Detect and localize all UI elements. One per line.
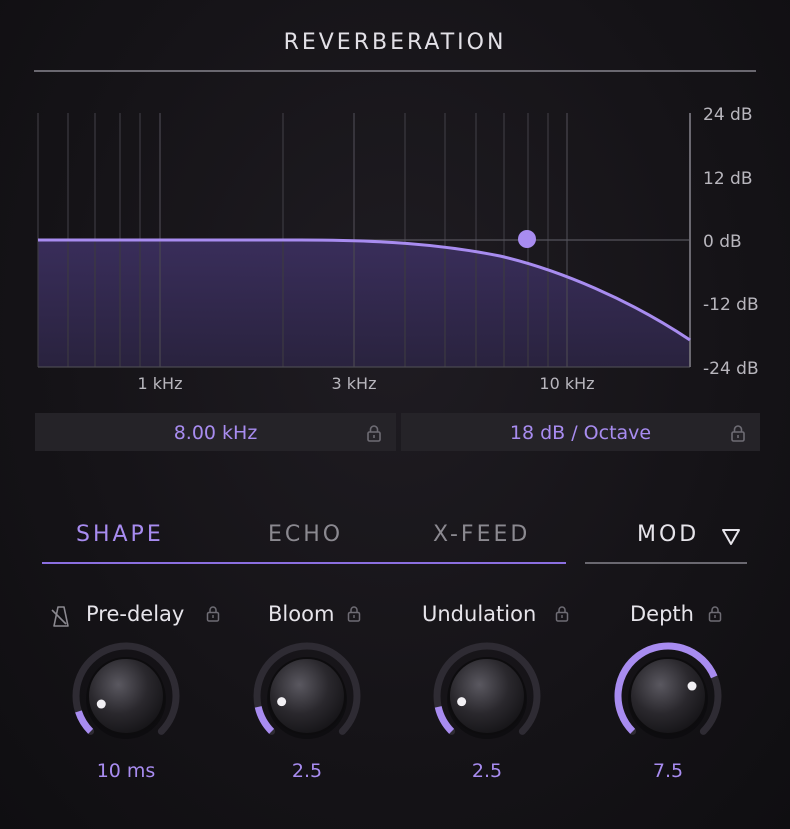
- tab-shape[interactable]: SHAPE: [76, 522, 164, 547]
- lock-icon[interactable]: [206, 605, 220, 622]
- lock-icon[interactable]: [730, 424, 746, 442]
- knob-label-depth: Depth: [630, 602, 694, 626]
- knob-body: [87, 657, 165, 735]
- lock-icon[interactable]: [708, 605, 722, 622]
- knob-value-bloom: 2.5: [291, 760, 323, 782]
- cutoff-frequency-field[interactable]: 8.00 kHz: [35, 413, 396, 451]
- knob-label-pre-delay: Pre-delay: [86, 602, 185, 626]
- knob-body: [448, 657, 526, 735]
- db-label-minus-12: -12 dB: [703, 295, 759, 315]
- tab-x-feed[interactable]: X-FEED: [433, 522, 530, 547]
- tab-echo[interactable]: ECHO: [268, 522, 343, 547]
- db-label-0: 0 dB: [703, 232, 742, 252]
- freq-label-10k: 10 kHz: [539, 374, 594, 393]
- freq-label-3k: 3 kHz: [332, 374, 377, 393]
- triangle-down-icon[interactable]: [721, 528, 741, 546]
- cutoff-handle[interactable]: [518, 230, 536, 248]
- knob-undulation[interactable]: [431, 640, 543, 752]
- knob-bloom[interactable]: [251, 640, 363, 752]
- db-label-24: 24 dB: [703, 105, 753, 125]
- metronome-icon[interactable]: [48, 604, 74, 628]
- lock-icon[interactable]: [555, 605, 569, 622]
- slope-field[interactable]: 18 dB / Octave: [401, 413, 760, 451]
- knob-indicator: [96, 699, 106, 709]
- knob-pre-delay[interactable]: [70, 640, 182, 752]
- knob-depth[interactable]: [612, 640, 724, 752]
- tabs-underline: [42, 562, 566, 564]
- knob-label-bloom: Bloom: [268, 602, 335, 626]
- knob-value-undulation: 2.5: [471, 760, 503, 782]
- freq-label-1k: 1 kHz: [138, 374, 183, 393]
- knob-body: [268, 657, 346, 735]
- knob-indicator: [277, 697, 287, 707]
- mod-underline: [585, 562, 747, 564]
- cutoff-frequency-value: 8.00 kHz: [173, 422, 258, 444]
- mod-dropdown-label[interactable]: MOD: [637, 522, 699, 547]
- knob-level-arc: [75, 710, 94, 734]
- filter-response-graph[interactable]: 24 dB 12 dB 0 dB -12 dB -24 dB 1 kHz 3 k…: [0, 0, 790, 400]
- knob-value-pre-delay: 10 ms: [96, 760, 156, 782]
- knob-value-depth: 7.5: [652, 760, 684, 782]
- filter-curve-fill: [38, 240, 690, 367]
- knob-indicator: [687, 681, 697, 691]
- slope-value: 18 dB / Octave: [509, 422, 652, 444]
- knob-body: [629, 657, 707, 735]
- lock-icon[interactable]: [366, 424, 382, 442]
- knob-indicator: [457, 697, 467, 707]
- knob-label-undulation: Undulation: [422, 602, 537, 626]
- lock-icon[interactable]: [347, 605, 361, 622]
- db-label-minus-24: -24 dB: [703, 359, 759, 379]
- db-label-12: 12 dB: [703, 169, 753, 189]
